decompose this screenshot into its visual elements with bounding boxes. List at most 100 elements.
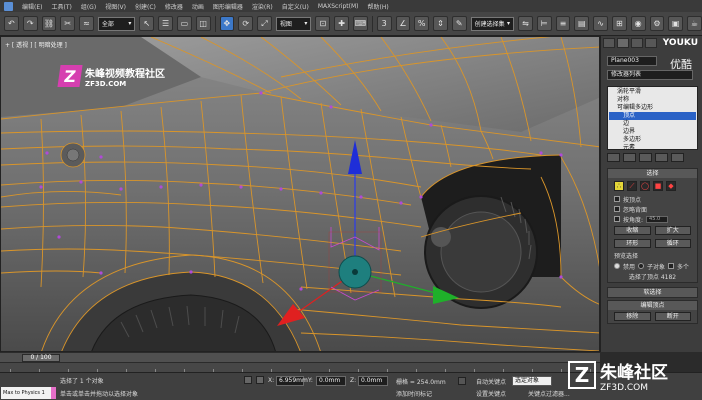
menu-create[interactable]: 创建(C) <box>135 2 156 11</box>
edit-vertices-header[interactable]: 编辑顶点 <box>608 301 697 310</box>
grow-button[interactable]: 扩大 <box>654 226 691 235</box>
ref-coord-dropdown[interactable]: 视图 ▾ <box>275 16 312 31</box>
menu-rendering[interactable]: 渲染(R) <box>252 2 273 11</box>
keyboard-shortcut-icon[interactable]: ⌨ <box>352 16 368 31</box>
auto-key-button[interactable]: 自动关键点 <box>476 377 506 386</box>
menu-help[interactable]: 帮助(H) <box>368 2 389 11</box>
window-crossing-icon[interactable]: ◫ <box>195 16 211 31</box>
gizmo-y-arrow[interactable] <box>433 286 459 304</box>
snap-3d-icon[interactable]: 3 <box>376 16 392 31</box>
material-editor-icon[interactable]: ◉ <box>630 16 646 31</box>
schematic-view-icon[interactable]: ⊞ <box>611 16 627 31</box>
key-icon[interactable] <box>458 377 466 385</box>
element-mode-icon[interactable]: ◆ <box>666 181 676 191</box>
track-bar[interactable] <box>0 362 600 373</box>
named-selection-dropdown[interactable]: 创建选择集 ▾ <box>470 16 515 31</box>
unlink-icon[interactable]: ✂ <box>60 16 76 31</box>
gizmo-x-arrow[interactable] <box>277 304 305 326</box>
preview-subobj-radio[interactable] <box>638 263 645 269</box>
gizmo-plane-yz[interactable] <box>354 227 380 251</box>
remove-button[interactable]: 移除 <box>614 312 651 321</box>
by-angle-checkbox[interactable] <box>614 216 620 222</box>
menu-edit[interactable]: 编辑(E) <box>22 2 42 11</box>
menu-maxscript[interactable]: MAXScript(M) <box>318 3 359 10</box>
by-vertex-row[interactable]: 按顶点 <box>608 194 697 204</box>
shrink-button[interactable]: 收缩 <box>614 226 651 235</box>
selection-rollout-header[interactable]: 选择 <box>608 169 697 178</box>
maxscript-listener[interactable]: Max to Physics 1 <box>1 387 51 399</box>
remove-modifier-icon[interactable] <box>655 153 668 162</box>
modifier-stack[interactable]: 涡轮平滑 对称 可编辑多边形 顶点 边 边界 多边形 元素 <box>607 86 698 152</box>
by-angle-field[interactable]: 45.0 <box>646 215 669 223</box>
pin-stack-icon[interactable] <box>607 153 620 162</box>
stack-item-selected[interactable]: 顶点 <box>609 112 696 120</box>
graphite-ribbon-icon[interactable]: ▤ <box>574 16 590 31</box>
undo-icon[interactable]: ↶ <box>4 16 19 31</box>
stack-item[interactable]: 对称 <box>609 96 696 104</box>
menu-graph-editors[interactable]: 图形编辑器 <box>213 2 243 11</box>
menu-animation[interactable]: 动画 <box>192 2 204 11</box>
select-rotate-icon[interactable]: ⟳ <box>238 16 254 31</box>
soft-selection-header[interactable]: 软选择 <box>608 288 697 297</box>
create-tab[interactable] <box>603 38 615 48</box>
menu-group[interactable]: 组(G) <box>81 2 96 11</box>
object-name-field[interactable]: Plane003 <box>607 56 657 66</box>
make-unique-icon[interactable] <box>639 153 652 162</box>
configure-sets-icon[interactable] <box>671 153 684 162</box>
break-button[interactable]: 断开 <box>654 312 691 321</box>
time-slider[interactable]: 0 / 100 <box>0 352 600 362</box>
percent-snap-icon[interactable]: % <box>414 16 430 31</box>
curve-editor-icon[interactable]: ∿ <box>593 16 608 31</box>
y-coordinate-field[interactable]: 0.0mm <box>316 376 346 386</box>
menu-modifiers[interactable]: 修改器 <box>165 2 183 11</box>
ignore-backfacing-row[interactable]: 忽略背面 <box>608 204 697 214</box>
hierarchy-tab[interactable] <box>631 38 643 48</box>
stack-item[interactable]: 元素 <box>609 144 696 152</box>
stack-item[interactable]: 涡轮平滑 <box>609 88 696 96</box>
preview-multi-checkbox[interactable] <box>668 263 675 269</box>
preview-off-radio[interactable] <box>614 263 620 269</box>
edit-named-selection-icon[interactable]: ✎ <box>451 16 467 31</box>
stack-item[interactable]: 多边形 <box>609 136 696 144</box>
move-gizmo[interactable] <box>271 132 461 332</box>
render-setup-icon[interactable]: ⚙ <box>649 16 665 31</box>
key-filters-button[interactable]: 关键点过滤器... <box>528 389 570 398</box>
select-manipulate-icon[interactable]: ✚ <box>334 16 349 31</box>
app-icon[interactable] <box>4 1 13 11</box>
select-object-icon[interactable]: ↖ <box>139 16 155 31</box>
set-key-button[interactable]: 设置关键点 <box>476 389 506 398</box>
z-coordinate-field[interactable]: 0.0mm <box>358 376 388 386</box>
menu-views[interactable]: 视图(V) <box>105 2 126 11</box>
rect-selection-icon[interactable]: ▭ <box>176 16 192 31</box>
selection-filter-dropdown[interactable]: 全部 ▾ <box>97 16 136 31</box>
gizmo-z-arrow[interactable] <box>348 140 362 174</box>
viewport-label[interactable]: + [ 透视 ] [ 明暗处理 ] <box>5 40 67 49</box>
selected-object-dropdown[interactable]: 选定对象 <box>512 376 552 386</box>
angle-snap-icon[interactable]: ∠ <box>395 16 411 31</box>
rendered-frame-icon[interactable]: ▣ <box>668 16 684 31</box>
by-angle-row[interactable]: 按角度: 45.0 <box>608 214 697 224</box>
layer-manager-icon[interactable]: ≡ <box>555 16 571 31</box>
gizmo-plane-xz[interactable] <box>330 227 356 248</box>
perspective-viewport[interactable]: + [ 透视 ] [ 明暗处理 ] Z 朱峰视频教程社区 ZF3D.COM <box>0 36 600 352</box>
absolute-mode-icon[interactable] <box>256 376 264 384</box>
stack-item[interactable]: 边界 <box>609 128 696 136</box>
polygon-mode-icon[interactable]: ■ <box>653 181 663 191</box>
lock-selection-icon[interactable] <box>244 376 252 384</box>
add-time-tag-label[interactable]: 添加时间标记 <box>396 389 432 398</box>
ring-button[interactable]: 环形 <box>614 239 651 248</box>
motion-tab[interactable] <box>645 38 657 48</box>
select-scale-icon[interactable]: ⤢ <box>257 16 272 31</box>
menu-customize[interactable]: 自定义(U) <box>282 2 309 11</box>
modify-tab[interactable] <box>617 38 629 48</box>
align-icon[interactable]: ⊨ <box>536 16 552 31</box>
loop-button[interactable]: 循环 <box>654 239 691 248</box>
ignore-backfacing-checkbox[interactable] <box>614 206 620 212</box>
mirror-icon[interactable]: ⇋ <box>518 16 533 31</box>
select-move-icon[interactable]: ✥ <box>219 16 235 31</box>
time-slider-handle[interactable]: 0 / 100 <box>22 354 60 362</box>
pivot-icon[interactable]: ⊡ <box>315 16 331 31</box>
select-by-name-icon[interactable]: ☰ <box>158 16 173 31</box>
by-vertex-checkbox[interactable] <box>614 196 620 202</box>
bind-spacewarp-icon[interactable]: ≈ <box>79 16 94 31</box>
